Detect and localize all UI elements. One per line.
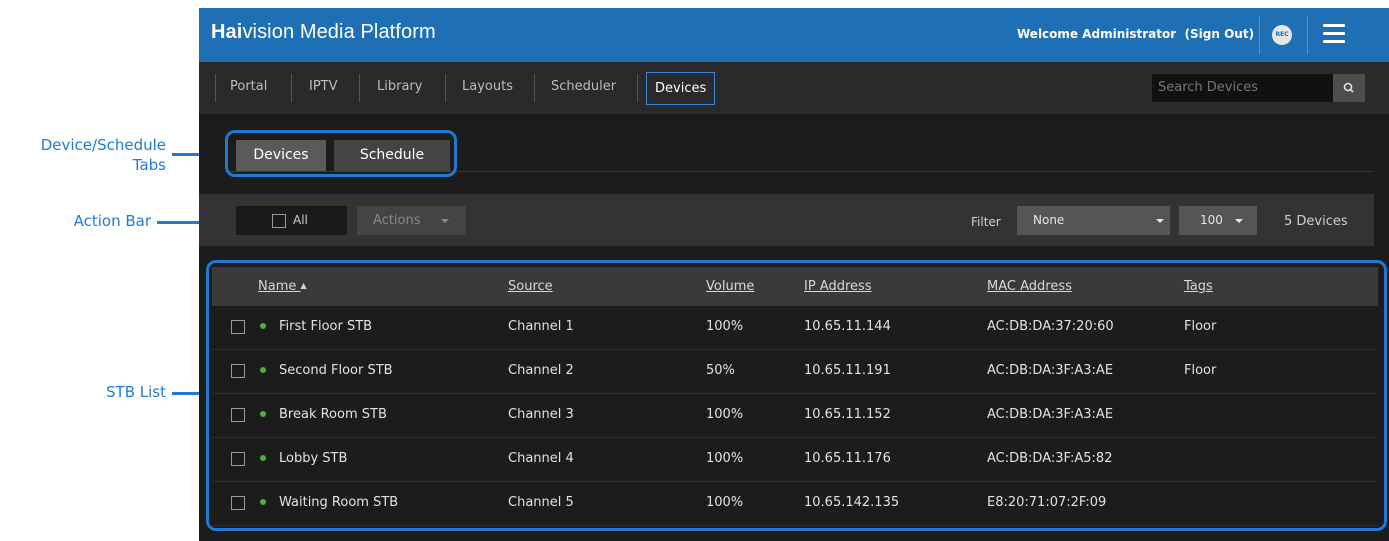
welcome-text: Welcome Administrator (Sign Out) [1017, 27, 1254, 41]
chevron-down-icon [1156, 219, 1164, 223]
page-size-select[interactable]: 100 [1179, 206, 1257, 235]
header-divider [1307, 16, 1308, 54]
device-count: 5 Devices [1284, 214, 1348, 229]
actions-label: Actions [373, 213, 421, 228]
menu-icon[interactable] [1323, 24, 1345, 44]
brand-rest: vision Media Platform [242, 21, 436, 43]
nav-item-library[interactable]: Library [369, 74, 430, 100]
welcome-user: Welcome Administrator [1017, 27, 1177, 41]
callout-label-action-bar: Action Bar [73, 212, 151, 230]
action-bar: All Actions Filter None 100 5 Devices [199, 194, 1374, 246]
callout-label-stb-list: STB List [106, 383, 166, 401]
callout-line-action-bar [157, 221, 199, 224]
callout-box-stb-list [206, 260, 1387, 531]
nav-item-portal[interactable]: Portal [222, 74, 275, 100]
search-input[interactable] [1152, 74, 1333, 102]
actions-dropdown[interactable]: Actions [357, 206, 466, 235]
sign-out-link[interactable]: (Sign Out) [1185, 27, 1255, 41]
callout-box-tabs [225, 130, 457, 177]
app-header: Haivision Media Platform Welcome Adminis… [199, 8, 1389, 62]
nav-divider [215, 74, 216, 102]
main-nav: Portal IPTV Library Layouts Scheduler De… [199, 62, 1389, 114]
search-icon [1343, 82, 1354, 93]
nav-divider [534, 74, 535, 102]
select-all-label: All [293, 213, 308, 227]
page-size-value: 100 [1200, 213, 1223, 227]
select-all-button[interactable]: All [236, 206, 347, 235]
select-all-checkbox[interactable] [272, 214, 286, 228]
nav-divider [291, 74, 292, 102]
callout-label-tabs: Device/Schedule Tabs [0, 135, 166, 175]
nav-divider [359, 74, 360, 102]
nav-divider [637, 74, 638, 102]
nav-item-scheduler[interactable]: Scheduler [543, 74, 624, 100]
filter-value: None [1033, 213, 1065, 227]
chevron-down-icon [441, 219, 449, 223]
rec-icon[interactable]: REC [1272, 25, 1292, 45]
callout-label-tabs-line1: Device/Schedule [40, 136, 166, 154]
brand-bold: Hai [211, 21, 243, 43]
filter-select[interactable]: None [1017, 206, 1170, 235]
brand-logo[interactable]: Haivision Media Platform [211, 21, 436, 44]
filter-label: Filter [971, 215, 1001, 229]
nav-item-iptv[interactable]: IPTV [301, 74, 346, 100]
header-divider [1259, 16, 1260, 54]
nav-item-devices[interactable]: Devices [646, 72, 716, 105]
callout-label-tabs-line2: Tabs [132, 156, 166, 174]
nav-divider [445, 74, 446, 102]
chevron-down-icon [1235, 219, 1243, 223]
nav-item-layouts[interactable]: Layouts [454, 74, 521, 100]
search-button[interactable] [1333, 74, 1365, 102]
